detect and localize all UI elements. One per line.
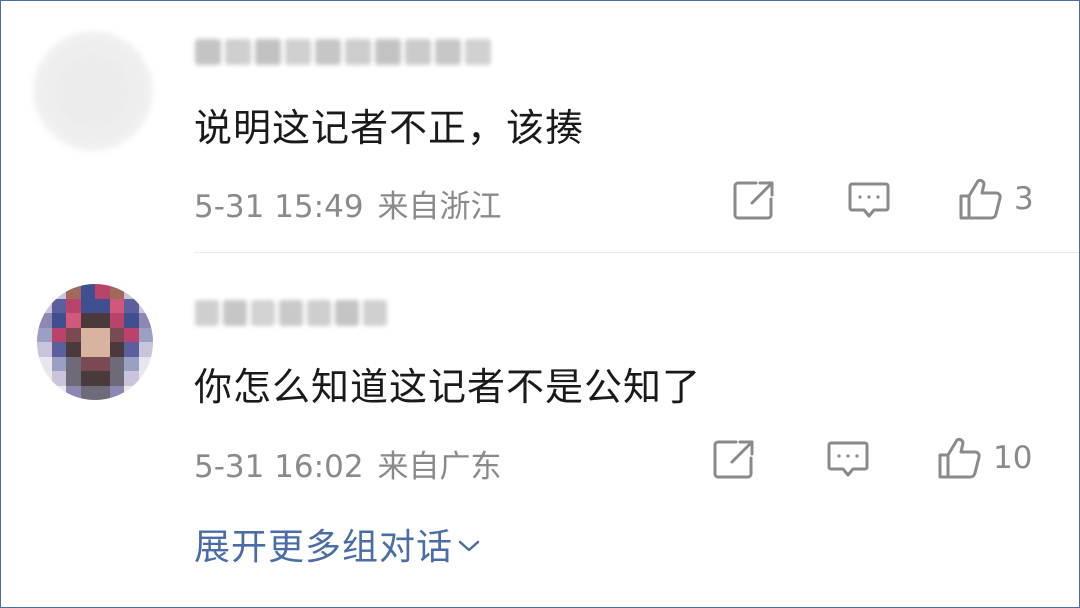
avatar[interactable] — [37, 284, 153, 400]
comment-location: 来自广东 — [377, 449, 502, 485]
like-button[interactable]: 3 — [958, 177, 1034, 221]
reply-button[interactable] — [826, 439, 870, 481]
share-icon — [733, 181, 774, 220]
share-button[interactable] — [712, 438, 756, 480]
comment-meta: 5-31 16:02 来自广东 — [194, 441, 502, 486]
comment-date: 5-31 16:02 — [194, 449, 364, 485]
share-button[interactable] — [732, 179, 776, 221]
comment-text: 你怎么知道这记者不是公知了 — [194, 365, 702, 409]
like-count: 10 — [993, 440, 1033, 476]
expand-more-conversations-link[interactable]: 展开更多组对话 — [194, 518, 481, 570]
chevron-down-icon — [458, 540, 480, 552]
comment-icon — [848, 182, 890, 218]
username-blurred[interactable] — [195, 296, 387, 330]
comment-icon — [827, 441, 869, 477]
thumbs-up-icon — [938, 437, 981, 479]
like-count: 3 — [1014, 181, 1034, 217]
comment-meta: 5-31 15:49 来自浙江 — [194, 181, 502, 226]
comment-location: 来自浙江 — [377, 189, 502, 225]
avatar[interactable] — [33, 31, 153, 151]
comment-text: 说明这记者不正，该揍 — [194, 106, 585, 150]
expand-label: 展开更多组对话 — [194, 527, 454, 568]
username-blurred[interactable] — [195, 35, 491, 69]
reply-button[interactable] — [847, 180, 891, 222]
divider — [194, 252, 1079, 253]
comment-date: 5-31 15:49 — [194, 189, 364, 225]
like-button[interactable]: 10 — [937, 436, 1032, 480]
comment-panel: 说明这记者不正，该揍 5-31 15:49 来自浙江 3 你怎么知道这记者不是公… — [0, 0, 1080, 608]
share-icon — [713, 440, 754, 479]
thumbs-up-icon — [959, 178, 1002, 220]
